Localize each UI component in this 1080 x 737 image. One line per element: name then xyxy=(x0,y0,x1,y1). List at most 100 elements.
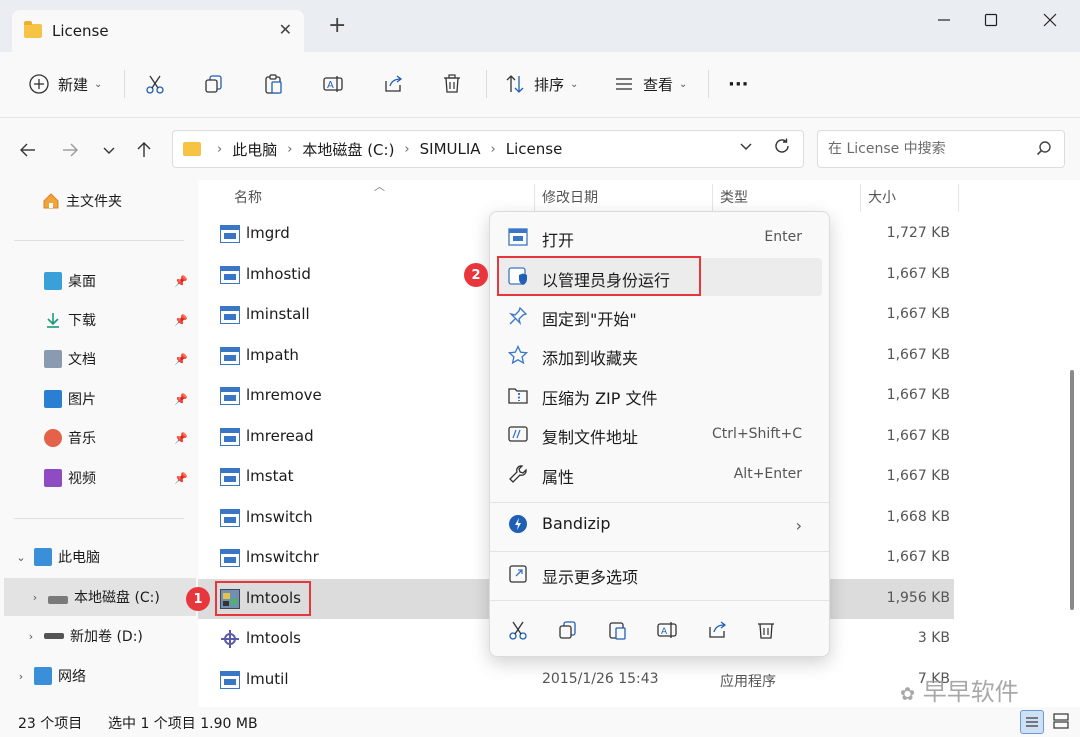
sidebar-item-videos[interactable]: 视频 📌 xyxy=(0,459,196,497)
search-icon xyxy=(1036,140,1052,160)
sidebar-item-this-pc[interactable]: ⌄ 此电脑 xyxy=(0,538,196,576)
minimize-button[interactable] xyxy=(924,6,964,34)
column-header-name[interactable]: 名称 xyxy=(234,180,262,214)
paste-button[interactable] xyxy=(259,68,289,100)
context-delete-button[interactable] xyxy=(752,616,780,644)
context-share-button[interactable] xyxy=(703,616,731,644)
file-size: 3 KB xyxy=(917,630,950,646)
pin-icon[interactable]: 📌 xyxy=(174,353,188,366)
menu-item-compress-zip[interactable]: 压缩为 ZIP 文件 xyxy=(498,376,822,414)
close-icon xyxy=(1043,13,1057,27)
menu-item-properties[interactable]: 属性 Alt+Enter xyxy=(498,455,822,493)
context-rename-button[interactable]: A xyxy=(653,616,681,644)
sidebar-item-network[interactable]: › 网络 xyxy=(0,657,196,695)
more-options-button[interactable]: ··· xyxy=(728,68,749,100)
pin-icon[interactable]: 📌 xyxy=(174,393,188,406)
new-button[interactable]: 新建 ⌄ xyxy=(24,68,102,100)
sidebar-item-music[interactable]: 音乐 📌 xyxy=(0,419,196,457)
menu-item-show-more[interactable]: 显示更多选项 xyxy=(498,555,822,593)
menu-item-bandizip[interactable]: Bandizip › xyxy=(498,505,822,543)
menu-item-label: 压缩为 ZIP 文件 xyxy=(542,389,658,408)
search-box[interactable] xyxy=(817,130,1065,168)
sidebar-item-pictures[interactable]: 图片 📌 xyxy=(0,380,196,418)
new-tab-button[interactable]: + xyxy=(328,15,346,37)
tiles-view-button[interactable] xyxy=(1050,710,1074,734)
sidebar-item-home[interactable]: 主文件夹 xyxy=(0,182,196,220)
file-size: 1,667 KB xyxy=(886,306,950,322)
back-button[interactable] xyxy=(14,136,42,164)
breadcrumb-drive-c[interactable]: 本地磁盘 (C:) xyxy=(302,139,394,160)
column-divider[interactable] xyxy=(958,184,959,212)
address-history-button[interactable] xyxy=(739,139,753,157)
delete-button[interactable] xyxy=(437,68,467,100)
column-header-type[interactable]: 类型 xyxy=(720,180,748,214)
up-button[interactable] xyxy=(130,136,158,164)
video-icon xyxy=(44,469,62,487)
wrench-icon xyxy=(508,464,528,484)
chevron-right-icon[interactable]: › xyxy=(14,670,28,683)
view-button[interactable]: 查看 ⌄ xyxy=(609,68,687,100)
column-header-size[interactable]: 大小 xyxy=(868,180,896,214)
column-divider[interactable] xyxy=(712,184,713,212)
pin-icon[interactable]: 📌 xyxy=(174,432,188,445)
star-icon xyxy=(508,345,528,365)
recent-locations-button[interactable] xyxy=(95,136,123,164)
sidebar-item-documents[interactable]: 文档 📌 xyxy=(0,340,196,378)
cut-button[interactable] xyxy=(140,68,170,100)
search-input[interactable] xyxy=(818,131,1018,167)
column-divider[interactable] xyxy=(534,184,535,212)
chevron-right-icon[interactable]: › xyxy=(24,630,38,643)
share-button[interactable] xyxy=(378,68,408,100)
table-row[interactable]: lmutil 2015/1/26 15:43 应用程序 7 KB xyxy=(198,660,954,700)
step-badge-1: 1 xyxy=(186,587,210,611)
copy-button[interactable] xyxy=(199,68,229,100)
wechat-icon: ✿ xyxy=(900,684,916,705)
close-button[interactable] xyxy=(1030,6,1070,34)
column-divider[interactable] xyxy=(860,184,861,212)
pictures-icon xyxy=(44,390,62,408)
refresh-icon xyxy=(775,138,789,153)
sidebar-item-desktop[interactable]: 桌面 📌 xyxy=(0,262,196,300)
column-header-date[interactable]: 修改日期 xyxy=(542,180,598,214)
step-badge-2: 2 xyxy=(464,263,488,287)
context-cut-button[interactable] xyxy=(504,616,532,644)
sidebar-item-downloads[interactable]: 下载 📌 xyxy=(0,301,196,339)
tab-close-button[interactable]: ✕ xyxy=(279,20,292,39)
svg-text:A: A xyxy=(661,627,668,637)
application-icon xyxy=(220,428,240,446)
sort-button[interactable]: 排序 ⌄ xyxy=(500,68,578,100)
rename-icon: A xyxy=(318,69,348,99)
sidebar-item-drive-d[interactable]: › 新加卷 (D:) xyxy=(0,617,196,655)
details-view-button[interactable] xyxy=(1020,710,1044,734)
paste-icon xyxy=(609,622,626,640)
rename-button[interactable]: A xyxy=(318,68,348,100)
menu-item-add-favorites[interactable]: 添加到收藏夹 xyxy=(498,336,822,374)
context-paste-button[interactable] xyxy=(604,616,632,644)
maximize-button[interactable] xyxy=(971,6,1011,34)
pin-icon[interactable]: 📌 xyxy=(174,472,188,485)
forward-button[interactable] xyxy=(56,136,84,164)
breadcrumb-this-pc[interactable]: 此电脑 xyxy=(232,139,277,160)
breadcrumb-license[interactable]: License xyxy=(506,140,563,158)
view-label: 查看 xyxy=(643,75,674,94)
copy-path-icon xyxy=(508,424,528,444)
chevron-down-icon[interactable]: ⌄ xyxy=(14,551,28,564)
menu-item-copy-path[interactable]: 复制文件地址 Ctrl+Shift+C xyxy=(498,415,822,453)
chevron-right-icon[interactable]: › xyxy=(28,591,42,604)
menu-item-label: 复制文件地址 xyxy=(542,428,639,447)
pin-icon[interactable]: 📌 xyxy=(174,275,188,288)
watermark-text: 早早软件 xyxy=(922,678,1019,706)
file-name: lmutil xyxy=(246,670,289,688)
sidebar-item-drive-c[interactable]: › 本地磁盘 (C:) xyxy=(4,578,196,616)
menu-item-pin-start[interactable]: 固定到"开始" xyxy=(498,297,822,335)
application-icon xyxy=(220,671,240,689)
context-copy-button[interactable] xyxy=(554,616,582,644)
file-name: lmswitch xyxy=(246,508,313,526)
pin-icon[interactable]: 📌 xyxy=(174,314,188,327)
breadcrumb-simulia[interactable]: SIMULIA xyxy=(420,140,481,158)
scrollbar-thumb[interactable] xyxy=(1070,370,1074,610)
tab-license[interactable]: License ✕ xyxy=(12,10,304,52)
menu-item-open[interactable]: 打开 Enter xyxy=(498,218,822,256)
address-bar[interactable]: › 此电脑 › 本地磁盘 (C:) › SIMULIA › License xyxy=(172,130,804,168)
refresh-button[interactable] xyxy=(773,137,791,160)
